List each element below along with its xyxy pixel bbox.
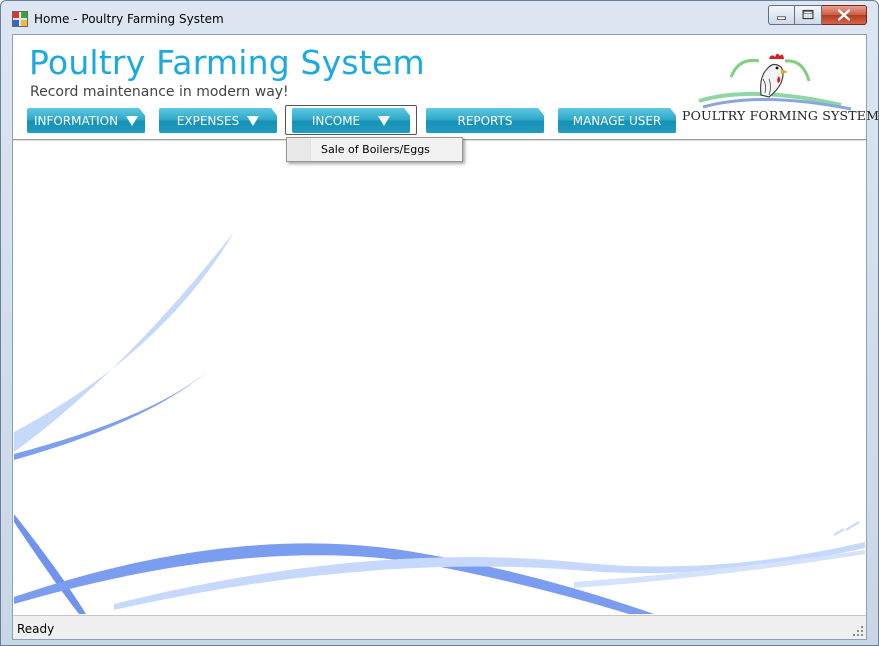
information-menu-label: INFORMATION bbox=[33, 113, 119, 128]
income-menu-label: INCOME bbox=[311, 113, 361, 128]
menu-item-sale-of-boilers-eggs[interactable]: Sale of Boilers/Eggs bbox=[321, 143, 430, 156]
expenses-menu-label: EXPENSES bbox=[176, 113, 240, 128]
chevron-down-icon bbox=[126, 115, 139, 126]
app-window: Home - Poultry Farming System Poultry Fa… bbox=[0, 0, 879, 646]
logo-caption: POULTRY FORMING SYSTEM bbox=[682, 108, 879, 123]
close-button[interactable] bbox=[822, 5, 867, 25]
income-menu-button[interactable]: INCOME bbox=[292, 108, 410, 133]
resize-grip-icon[interactable] bbox=[852, 625, 864, 637]
minimize-icon bbox=[777, 16, 786, 20]
maximize-icon bbox=[802, 9, 814, 20]
main-form: Poultry Farming System Record maintenanc… bbox=[12, 34, 879, 640]
app-icon bbox=[12, 11, 28, 27]
manage-user-menu-button[interactable]: MANAGE USER bbox=[558, 108, 676, 133]
app-subtitle: Record maintenance in modern way! bbox=[30, 84, 289, 100]
status-text: Ready bbox=[17, 622, 55, 636]
chevron-down-icon bbox=[378, 115, 391, 126]
close-icon bbox=[837, 9, 851, 21]
reports-menu-button[interactable]: REPORTS bbox=[426, 108, 544, 133]
chevron-down-icon bbox=[247, 115, 260, 126]
app-title: Poultry Farming System bbox=[29, 43, 425, 82]
minimize-button[interactable] bbox=[768, 5, 795, 25]
maximize-button[interactable] bbox=[795, 5, 822, 25]
reports-menu-label: REPORTS bbox=[457, 113, 513, 128]
window-title: Home - Poultry Farming System bbox=[34, 12, 224, 26]
manage-user-menu-label: MANAGE USER bbox=[572, 113, 662, 128]
expenses-menu-button[interactable]: EXPENSES bbox=[159, 108, 277, 133]
title-bar[interactable]: Home - Poultry Farming System bbox=[1, 1, 878, 37]
income-dropdown-menu: Sale of Boilers/Eggs bbox=[286, 137, 463, 162]
status-bar: Ready bbox=[13, 615, 866, 639]
information-menu-button[interactable]: INFORMATION bbox=[27, 108, 145, 133]
caption-buttons bbox=[768, 5, 867, 25]
background-swoosh-graphic bbox=[14, 232, 865, 614]
dropdown-icon-gutter bbox=[287, 138, 311, 161]
